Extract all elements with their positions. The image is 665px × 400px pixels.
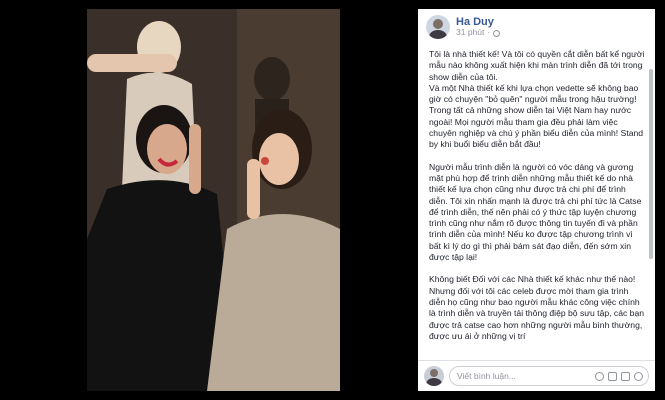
post-header-text: Ha Duy 31 phút ·	[456, 16, 501, 38]
post-panel: Ha Duy 31 phút · Tôi là nhà thiết kế! Và…	[418, 9, 655, 391]
post-paragraph: Không biết Đối với các Nhà thiết kế khác…	[429, 274, 645, 341]
globe-icon[interactable]	[493, 29, 501, 37]
emoji-icon[interactable]	[595, 371, 604, 381]
post-header: Ha Duy 31 phút ·	[418, 9, 655, 43]
comment-placeholder: Viết bình luận...	[457, 371, 516, 381]
meta-separator: ·	[487, 27, 491, 38]
post-time[interactable]: 31 phút	[456, 28, 484, 38]
post-scrollbar[interactable]	[649, 69, 653, 259]
comment-input[interactable]: Viết bình luận...	[449, 366, 649, 386]
author-avatar[interactable]	[426, 15, 450, 39]
comment-bar: Viết bình luận...	[418, 360, 655, 391]
post-photo[interactable]	[87, 9, 340, 391]
photo-lightbox: Ha Duy 31 phút · Tôi là nhà thiết kế! Và…	[0, 0, 665, 400]
post-text: Tôi là nhà thiết kế! Và tôi có quyền cắt…	[418, 43, 655, 361]
post-paragraph: Tôi là nhà thiết kế! Và tôi có quyền cắt…	[429, 49, 645, 150]
comment-tools	[595, 371, 643, 381]
post-paragraph: Người mẫu trình diễn là người có vóc dán…	[429, 161, 642, 263]
post-meta: 31 phút ·	[456, 27, 501, 38]
commenter-avatar	[424, 366, 444, 386]
gif-icon[interactable]	[621, 371, 630, 381]
photo-illustration	[87, 9, 340, 391]
camera-icon[interactable]	[608, 371, 617, 381]
sticker-icon[interactable]	[634, 371, 643, 381]
